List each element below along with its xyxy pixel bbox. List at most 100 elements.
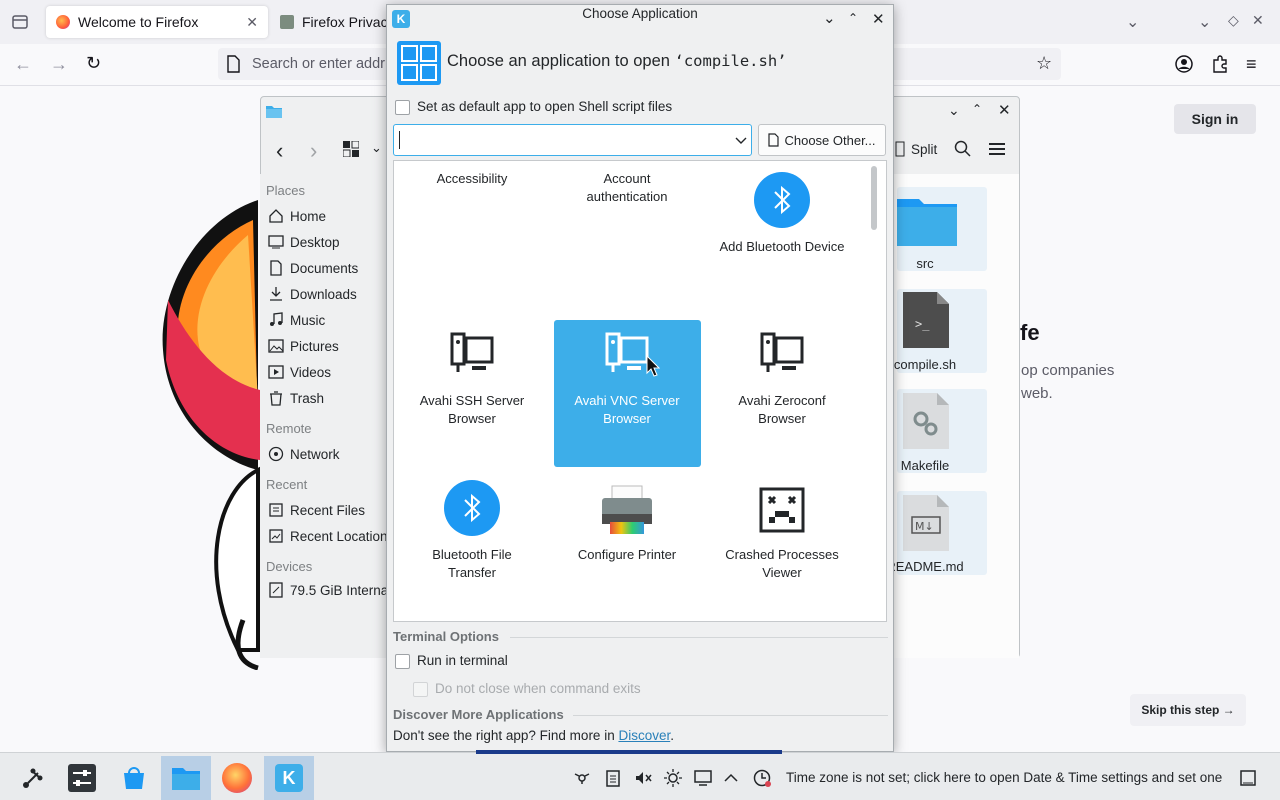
choose-application-taskbar-icon[interactable]: K [264,756,314,800]
place-documents[interactable]: Documents [268,260,358,276]
dialog-heading: Choose an application to open ‘compile.s… [447,52,787,70]
forward-arrow-icon[interactable]: → [50,54,70,74]
folder-icon [897,193,957,247]
split-label: Split [911,141,938,157]
list-all-tabs-icon[interactable] [10,12,30,32]
minimize-icon[interactable]: ⌄ [823,9,836,27]
skip-step-button[interactable]: Skip this step → [1130,694,1246,726]
place-network[interactable]: Network [268,446,340,462]
bluetooth-icon [754,172,810,228]
minimize-icon[interactable]: ⌄ [948,102,966,120]
tab-firefox-privacy[interactable]: Firefox Privac [270,6,400,38]
view-mode-icon[interactable] [343,141,359,157]
tab-title: Welcome to Firefox [78,14,199,30]
document-icon [768,133,780,147]
page-info-icon[interactable] [226,55,242,73]
app-label: Configure Printer [577,547,677,562]
default-app-checkbox[interactable] [395,100,410,115]
maximize-icon[interactable]: ⌃ [848,11,858,25]
place-downloads[interactable]: Downloads [268,286,357,302]
app-configure-printer[interactable]: Configure Printer [554,474,700,620]
place-videos[interactable]: Videos [268,364,331,380]
extensions-icon[interactable] [1210,54,1230,74]
app-label: Add Bluetooth Device [719,239,845,254]
chevron-down-icon[interactable] [734,133,748,147]
place-home[interactable]: Home [268,208,326,224]
firefox-taskbar-icon[interactable] [212,756,262,800]
minimize-icon[interactable]: ⌄ [1198,12,1218,32]
drive-icon [269,582,283,598]
close-window-icon[interactable]: ✕ [1252,12,1272,32]
discover-link[interactable]: Discover [618,728,670,743]
application-launcher-icon[interactable] [8,756,58,800]
place-pictures[interactable]: Pictures [268,338,339,354]
app-label-line2: authentication [586,189,668,204]
audio-muted-icon[interactable] [633,768,653,788]
activity-icon[interactable] [572,768,592,788]
url-placeholder[interactable]: Search or enter addr [252,56,385,72]
maximize-icon[interactable]: ◇ [1228,12,1248,32]
maximize-icon[interactable]: ⌃ [972,102,990,120]
chevron-up-icon[interactable] [721,768,741,788]
close-window-icon[interactable]: ✕ [872,10,885,28]
app-label-line2: Transfer [448,565,496,580]
no-close-checkbox[interactable] [413,682,428,697]
scrollbar[interactable] [869,165,878,617]
app-accessibility[interactable]: Accessibility [399,166,545,312]
app-account-authentication[interactable]: Account authentication [554,166,700,312]
app-avahi-zeroconf-browser[interactable]: Avahi Zeroconf Browser [709,320,855,466]
display-icon[interactable] [693,768,713,788]
app-crashed-processes-viewer[interactable]: Crashed Processes Viewer [709,474,855,620]
close-tab-icon[interactable]: ✕ [246,14,258,31]
place-recent-files[interactable]: Recent Files [268,502,365,518]
chevron-down-icon[interactable]: ⌄ [1126,12,1146,32]
app-avahi-ssh-browser[interactable]: Avahi SSH Server Browser [399,320,545,466]
sign-in-button[interactable]: Sign in [1174,104,1256,134]
hamburger-menu-icon[interactable]: ≡ [1246,54,1266,74]
place-music[interactable]: Music [268,312,325,328]
scrollbar-thumb[interactable] [871,166,877,230]
discover-store-icon[interactable] [109,756,159,800]
documents-icon [270,260,282,276]
system-settings-icon[interactable] [57,756,107,800]
hamburger-menu-icon[interactable] [987,140,1007,158]
place-trash[interactable]: Trash [268,390,324,406]
back-arrow-icon[interactable]: ← [14,54,34,74]
place-internal-drive[interactable]: 79.5 GiB Interna [268,582,388,598]
brightness-icon[interactable] [663,768,683,788]
back-arrow-icon[interactable]: ‹ [276,138,283,164]
tab-welcome-to-firefox[interactable]: Welcome to Firefox ✕ [46,6,268,38]
music-icon [270,312,283,326]
timezone-status-text[interactable]: Time zone is not set; click here to open… [786,770,1222,785]
dolphin-taskbar-icon[interactable] [161,756,211,800]
app-label-line2: Viewer [762,565,802,580]
pictures-icon [268,339,284,353]
clock-warning-icon[interactable] [752,768,772,788]
application-search-combo[interactable] [393,124,752,156]
printer-icon [599,482,655,538]
downloads-icon [270,287,282,301]
bookmark-star-icon[interactable]: ☆ [1036,53,1056,73]
crash-icon [754,482,810,538]
app-label: Accessibility [436,171,508,186]
search-icon[interactable] [954,140,972,158]
app-label: Avahi SSH Server [419,393,525,408]
app-bluetooth-file-transfer[interactable]: Bluetooth File Transfer [399,474,545,620]
clipboard-icon[interactable] [603,768,623,788]
show-desktop-icon[interactable] [1238,768,1258,788]
account-icon[interactable] [1174,54,1194,74]
run-in-terminal-checkbox[interactable] [395,654,410,669]
app-label: Bluetooth File [432,547,512,562]
close-window-icon[interactable]: ✕ [998,101,1016,119]
choose-other-button[interactable]: Choose Other... [758,124,886,156]
split-button[interactable]: Split [895,141,937,157]
welcome-heading-fragment: fe [1020,320,1040,345]
reload-icon[interactable]: ↻ [86,53,106,73]
place-desktop[interactable]: Desktop [268,234,340,250]
chevron-down-icon[interactable]: ⌄ [371,140,382,156]
app-add-bluetooth-device[interactable]: Add Bluetooth Device [709,166,855,312]
app-label-line2: Browser [758,411,806,426]
forward-arrow-icon[interactable]: › [310,138,317,164]
place-recent-locations[interactable]: Recent Location [268,528,388,544]
app-avahi-vnc-browser[interactable]: Avahi VNC Server Browser [554,320,701,467]
